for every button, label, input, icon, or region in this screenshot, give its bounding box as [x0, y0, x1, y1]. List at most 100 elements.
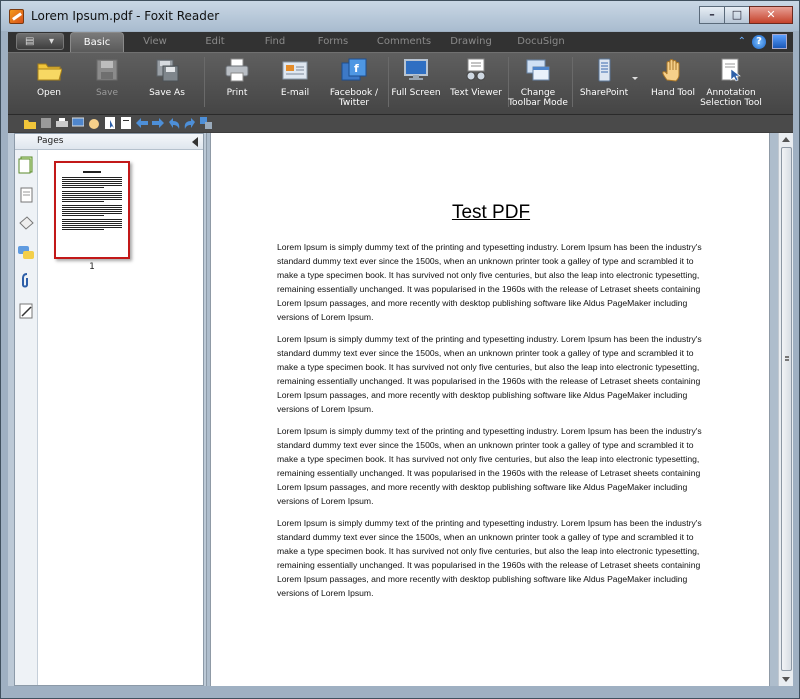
tab-drawing[interactable]: Drawing — [444, 32, 498, 52]
thumb-text-line — [62, 181, 122, 182]
text-viewer-label: Text Viewer — [450, 88, 502, 98]
thumb-text-line — [62, 211, 122, 212]
email-button[interactable]: E-mail — [272, 56, 318, 112]
thumb-text-line — [62, 177, 122, 178]
facebook-twitter-button[interactable]: f Facebook / Twitter — [326, 56, 382, 112]
change-toolbar-mode-button[interactable]: Change Toolbar Mode — [508, 56, 568, 112]
print-button[interactable]: Print — [214, 56, 260, 112]
thumb-text-line — [62, 183, 122, 184]
pdf-page: Test PDF Lorem Ipsum is simply dummy tex… — [210, 133, 770, 686]
quick-access-toolbar — [8, 114, 793, 132]
tab-forms[interactable]: Forms — [306, 32, 360, 52]
tab-edit[interactable]: Edit — [188, 32, 242, 52]
thumb-title-line — [83, 171, 101, 173]
thumb-text-line — [62, 187, 104, 188]
thumb-text-line — [62, 209, 122, 210]
thumb-text-line — [62, 207, 122, 208]
ribbon-separator — [572, 57, 573, 107]
chevron-down-icon — [631, 58, 639, 82]
full-screen-button[interactable]: Full Screen — [390, 56, 442, 112]
minimize-button[interactable]: – — [699, 6, 725, 24]
thumb-text-line — [62, 215, 104, 216]
layers-icon[interactable] — [18, 186, 35, 204]
thumb-text-line — [62, 201, 104, 202]
save-icon[interactable] — [40, 117, 52, 129]
signature-icon[interactable] — [18, 302, 35, 320]
print-icon[interactable] — [56, 117, 68, 129]
tab-find[interactable]: Find — [248, 32, 302, 52]
facebook-twitter-icon: f — [341, 58, 367, 82]
thumb-text-line — [62, 227, 122, 228]
pages-panel-title: Pages — [37, 136, 64, 146]
minimize-icon: – — [709, 8, 715, 21]
tab-basic[interactable]: Basic — [70, 32, 124, 52]
scroll-up-icon[interactable] — [782, 137, 790, 142]
save-as-icon — [154, 58, 180, 82]
chevron-down-icon: ▾ — [49, 36, 55, 47]
undo-icon[interactable] — [168, 117, 180, 129]
foxit-logo-icon[interactable] — [9, 9, 24, 24]
collapse-ribbon-icon[interactable]: ⌃ — [738, 36, 746, 47]
tab-docusign[interactable]: DocuSign — [512, 32, 570, 52]
text-viewer-button[interactable]: Text Viewer — [446, 56, 506, 112]
help-icon[interactable]: ? — [752, 34, 766, 49]
title-bar: Lorem Ipsum.pdf - Foxit Reader – □ ✕ — [1, 1, 799, 31]
document-paragraph: Lorem Ipsum is simply dummy text of the … — [277, 242, 702, 322]
navigation-panel: Pages 1 — [14, 133, 204, 686]
app-frame: ▤ ▾ Basic View Edit Find Forms Comments … — [8, 32, 793, 686]
ribbon-separator — [388, 57, 389, 107]
screen-icon[interactable] — [72, 117, 84, 129]
tab-view[interactable]: View — [128, 32, 182, 52]
thumb-text-line — [62, 213, 122, 214]
page-icon[interactable] — [120, 117, 132, 129]
close-button[interactable]: ✕ — [749, 6, 793, 24]
page-thumbnail[interactable] — [54, 161, 130, 259]
scrollbar-thumb[interactable] — [781, 147, 792, 671]
vertical-scrollbar[interactable] — [778, 133, 793, 686]
document-paragraph: Lorem Ipsum is simply dummy text of the … — [277, 334, 702, 414]
thumb-text-line — [62, 199, 122, 200]
facebook-label: Facebook / Twitter — [329, 88, 379, 108]
pages-icon[interactable] — [18, 156, 35, 174]
hand-tool-button[interactable]: Hand Tool — [646, 56, 700, 112]
thumb-text-line — [62, 205, 122, 206]
document-view: Test PDF Lorem Ipsum is simply dummy tex… — [206, 133, 793, 686]
attachment-icon[interactable] — [18, 272, 35, 290]
ribbon-right-icons: ⌃ ? — [732, 34, 787, 49]
printer-icon — [224, 58, 250, 82]
redo-icon[interactable] — [184, 117, 196, 129]
ribbon-separator — [204, 57, 205, 107]
customize-icon[interactable] — [200, 117, 212, 129]
ribbon-tabs: ▤ ▾ Basic View Edit Find Forms Comments … — [8, 32, 793, 52]
open-button[interactable]: Open — [26, 56, 72, 112]
arrow-right-icon[interactable] — [152, 117, 164, 129]
page-thumbnail-number: 1 — [89, 262, 95, 272]
app-menu-button[interactable]: ▤ ▾ — [16, 33, 64, 50]
sharepoint-button[interactable]: SharePoint — [574, 56, 634, 112]
svg-text:f: f — [354, 62, 359, 75]
bookmark-icon[interactable] — [18, 214, 35, 232]
print-label: Print — [226, 88, 248, 98]
annotation-selection-tool-button[interactable]: Annotation Selection Tool — [698, 56, 764, 112]
comments-icon[interactable] — [18, 244, 35, 262]
arrow-left-icon[interactable] — [136, 117, 148, 129]
save-as-button[interactable]: Save As — [144, 56, 190, 112]
sharepoint-dropdown[interactable] — [630, 56, 640, 112]
close-icon: ✕ — [766, 8, 776, 21]
open-icon[interactable] — [24, 117, 36, 129]
collapse-panel-icon[interactable] — [192, 137, 198, 147]
thumb-text-line — [62, 225, 122, 226]
hand-icon[interactable] — [88, 117, 100, 129]
scroll-down-icon[interactable] — [782, 677, 790, 682]
skin-icon[interactable] — [772, 34, 787, 49]
panel-sidebar — [15, 150, 38, 685]
save-button[interactable]: Save — [84, 56, 130, 112]
tab-comments[interactable]: Comments — [372, 32, 436, 52]
app-window: Lorem Ipsum.pdf - Foxit Reader – □ ✕ ▤ ▾… — [0, 0, 800, 699]
select-text-icon[interactable] — [104, 117, 116, 129]
change-toolbar-label: Change Toolbar Mode — [508, 88, 568, 108]
annotation-selection-icon — [718, 58, 744, 82]
maximize-button[interactable]: □ — [724, 6, 750, 24]
hand-tool-label: Hand Tool — [650, 88, 696, 98]
hand-icon — [660, 58, 686, 82]
